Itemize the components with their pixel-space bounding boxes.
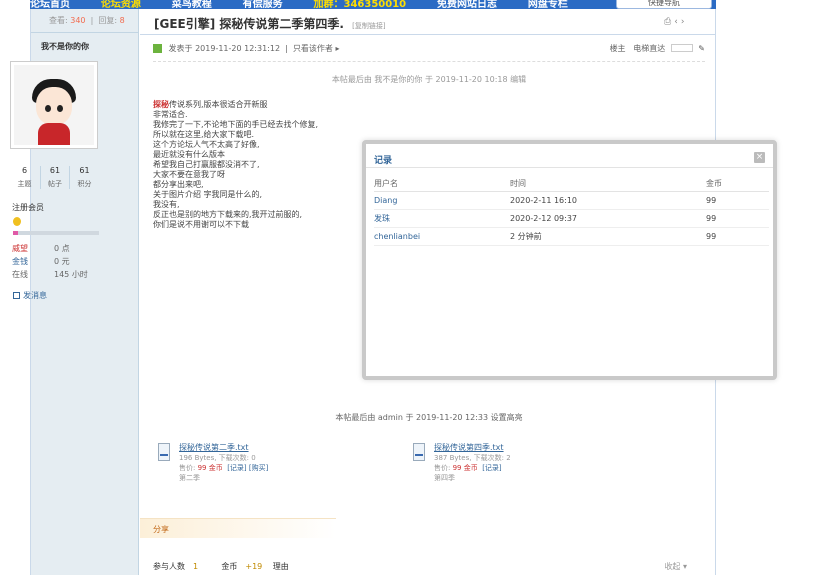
top-nav-bar: 论坛首页 论坛资源 菜鸟教程 有偿服务 加群：346350010 免费网站日志 … [30,0,716,9]
attachment-1: 探秘传说第二季.txt 196 Bytes, 下载次数: 0 售价: 99 金币… [158,443,358,483]
edit-note: 本帖最后由 我不是你的你 于 2019-11-20 10:18 编辑 [331,75,527,84]
post-content: 探秘传说系列,版本很适合开新服 非常适合. 我修完了一下,不论地下面的手已经去找… [153,100,319,229]
row-gold: 99 [706,209,769,228]
attachment-1-buy[interactable]: [购买] [249,464,268,472]
row-user[interactable]: chenlianbei [374,227,510,246]
stat-credits[interactable]: 61 积分 [69,166,98,189]
nav-item-paid[interactable]: 有偿服务 [243,0,283,9]
level-progress-bar [13,231,99,235]
copy-link[interactable]: [复制链接] [352,22,385,30]
nav-item-pan[interactable]: 网盘专栏 [528,0,568,9]
nav-item-logs[interactable]: 免费网站日志 [437,0,497,9]
stat-threads[interactable]: 6 主题 [10,166,39,189]
col-gold: 金币 [706,177,769,192]
nav-item-resources[interactable]: 论坛资源 [101,0,141,9]
user-group[interactable]: 注册会员 [12,202,44,213]
quick-nav-button[interactable]: 快捷导航 [616,0,712,9]
row-user[interactable]: Diang [374,191,510,210]
table-row: 发珠 2020-2-12 09:37 99 [374,209,769,228]
records-dialog: 记录 × 用户名 时间 金币 Diang 2020-2-11 16:10 99 … [362,140,777,380]
collapse-toggle[interactable]: 收起 ▾ [664,561,687,572]
print-icon[interactable]: ⎙ [664,17,674,27]
post-info: 发表于 2019-11-20 12:31:12 | 只看该作者 ▸ 楼主 电梯直… [153,43,705,55]
stat-posts[interactable]: 61 帖子 [39,166,69,189]
row-time: 2 分钟前 [510,227,706,246]
replies-count: 8 [119,16,125,25]
views-count: 340 [70,16,86,25]
field-money: 金钱 0 元 [12,257,70,266]
avatar-image [14,65,94,145]
message-icon [13,292,20,299]
row-gold: 99 [706,227,769,246]
table-row: Diang 2020-2-11 16:10 99 [374,191,769,210]
thread-title-bar: [GEE引擎] 探秘传说第二季第四季. [复制链接] ⎙‹› [140,9,716,35]
row-time: 2020-2-11 16:10 [510,191,706,210]
author-stats: 6 主题 61 帖子 61 积分 [10,166,98,189]
only-author-link[interactable]: 只看该作者 [293,44,333,53]
dialog-header: 记录 × [366,144,773,168]
table-row: chenlianbei 2 分钟前 99 [374,227,769,246]
top-nav: 论坛首页 论坛资源 菜鸟教程 有偿服务 加群：346350010 免费网站日志 … [0,0,815,9]
nav-item-qq-group[interactable]: 加群：346350010 [314,0,407,9]
author-name[interactable]: 我不是你的你 [31,33,138,52]
avatar[interactable] [10,61,98,149]
prev-icon[interactable]: ‹ [674,17,681,27]
attachment-2-link[interactable]: 探秘传说第四季.txt [434,443,613,453]
thread-stats: 查看: 340 | 回复: 8 [31,9,138,33]
attachment-2: 探秘传说第四季.txt 387 Bytes, 下载次数: 2 售价: 99 金币… [413,443,613,483]
dialog-title: 记录 [374,156,393,166]
row-gold: 99 [706,191,769,210]
row-time: 2020-2-12 09:37 [510,209,706,228]
thread-title: [GEE引擎] 探秘传说第二季第四季. [复制链接] [154,17,386,31]
wrench-icon[interactable]: ✎ [698,44,705,53]
gold-total: +19 [245,562,263,571]
field-online: 在线 145 小时 [12,270,88,279]
attachment-1-link[interactable]: 探秘传说第二季.txt [179,443,358,453]
floor-label: 楼主 [609,44,626,53]
divider [153,61,705,62]
next-icon[interactable]: › [681,17,688,27]
floor-input[interactable] [670,44,693,52]
col-time: 时间 [510,177,706,192]
send-message-link[interactable]: 发消息 [13,290,47,301]
attachment-1-records[interactable]: [记录] [227,464,246,472]
close-icon[interactable]: × [754,152,765,163]
txt-file-icon [158,443,170,461]
nav-item-tutorial[interactable]: 菜鸟教程 [172,0,212,9]
share-strip: 分享 [140,518,336,538]
records-table: 用户名 时间 金币 Diang 2020-2-11 16:10 99 发珠 20… [374,177,769,246]
field-prestige: 威望 0 点 [12,244,70,253]
col-username: 用户名 [374,177,510,192]
rating-footer: 参与人数 1 金币 +19 理由 收起 ▾ [153,561,687,572]
share-label[interactable]: 分享 [153,524,169,535]
attachment-2-records[interactable]: [记录] [482,464,501,472]
highlight-text: 探秘 [153,100,169,109]
nav-item-home[interactable]: 论坛首页 [30,0,70,9]
online-icon [153,44,162,53]
table-header-row: 用户名 时间 金币 [374,177,769,192]
highlight-note: 本帖最后由 admin 于 2019-11-20 12:33 设置高亮 [335,413,523,422]
participants-count: 1 [193,562,199,571]
title-tools: ⎙‹› [664,17,687,27]
elevator-label: 电梯直达 [633,44,666,53]
txt-file-icon [413,443,425,461]
medal-icon [13,217,21,226]
row-user[interactable]: 发珠 [374,209,510,228]
